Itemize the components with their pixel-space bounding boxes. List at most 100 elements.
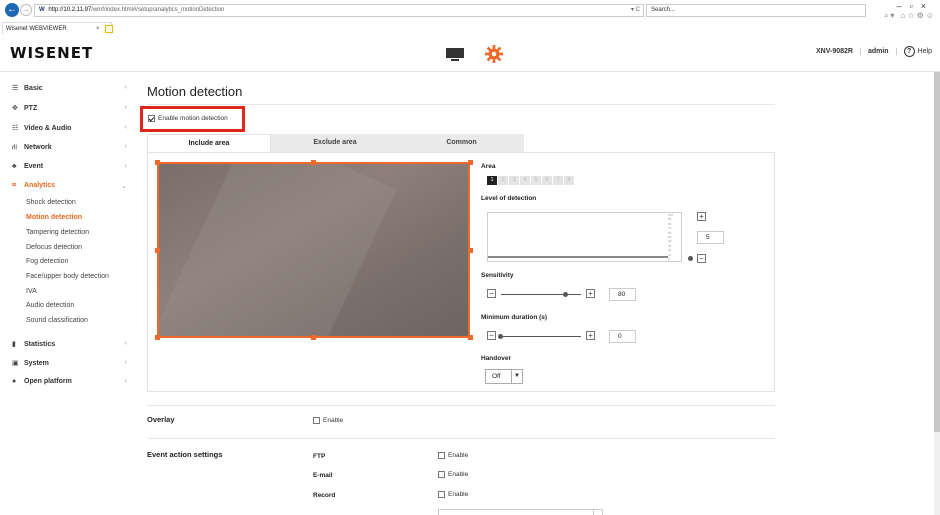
roi-handle[interactable] <box>468 160 473 165</box>
sidebar-subitem-iva[interactable]: IVA <box>26 288 37 295</box>
tab-exclude-area[interactable]: Exclude area <box>271 134 399 152</box>
scrollbar-thumb[interactable] <box>934 72 940 432</box>
checkbox-checked-icon[interactable] <box>148 115 155 122</box>
sidebar-item-basic[interactable]: ☰ Basic ‹ <box>12 84 127 92</box>
sidebar-subitem-motion-detection[interactable]: Motion detection <box>26 214 82 221</box>
chevron-left-icon: ‹ <box>124 378 127 385</box>
level-increase-button[interactable]: + <box>697 212 706 221</box>
sidebar-item-analytics[interactable]: ⌗ Analytics ⌄ <box>12 182 127 190</box>
roi-handle[interactable] <box>468 335 473 340</box>
checkbox-icon[interactable] <box>438 452 445 459</box>
ftp-enable-checkbox[interactable]: Enable <box>438 452 468 459</box>
camera-video-preview[interactable] <box>157 162 470 338</box>
system-icon: ▣ <box>12 360 19 367</box>
gear-icon[interactable] <box>485 45 503 63</box>
browser-search-input[interactable]: Search... <box>646 4 866 17</box>
sidebar-subitem-face-detection[interactable]: Face/upper body detection <box>26 273 109 280</box>
chevron-left-icon: ‹ <box>124 124 127 131</box>
duration-increase-button[interactable]: + <box>586 331 595 340</box>
browser-toolbar-icons[interactable]: ⌕▾ ⌂☆⚙☺ <box>884 11 936 21</box>
roi-handle[interactable] <box>468 248 473 253</box>
record-select[interactable] <box>438 509 603 515</box>
duration-slider-knob[interactable] <box>498 334 503 339</box>
level-tick: 90 <box>668 217 672 222</box>
email-enable-checkbox[interactable]: Enable <box>438 471 468 478</box>
area-button[interactable]: 1 <box>487 176 497 185</box>
area-button[interactable]: 4 <box>520 176 530 185</box>
search-placeholder: Search... <box>651 7 676 13</box>
roi-handle[interactable] <box>155 160 160 165</box>
sidebar-item-label: Basic <box>24 85 43 92</box>
checkbox-icon[interactable] <box>313 417 320 424</box>
sidebar-item-system[interactable]: ▣ System ‹ <box>12 359 127 367</box>
section-divider <box>147 438 775 439</box>
help-button[interactable]: ? Help <box>897 46 932 57</box>
sidebar-subitem-audio-detection[interactable]: Audio detection <box>26 302 74 309</box>
enable-label: Enable <box>323 417 344 424</box>
sidebar-item-network[interactable]: ⛙ Network ‹ <box>12 143 127 152</box>
level-decrease-button[interactable]: − <box>697 254 706 263</box>
url-path: /wmf/index.html#/setup/analytics_motionD… <box>91 7 225 13</box>
chevron-left-icon: ‹ <box>124 143 127 150</box>
sidebar-subitem-sound-classification[interactable]: Sound classification <box>26 317 88 324</box>
checkbox-icon[interactable] <box>438 491 445 498</box>
sensitivity-decrease-button[interactable]: − <box>487 289 496 298</box>
handover-select[interactable]: Off ▼ <box>485 369 523 384</box>
detection-level-line <box>488 256 668 258</box>
level-scale: 100 90 80 70 60 50 40 30 20 10 0 <box>668 213 680 261</box>
user-name[interactable]: admin <box>861 48 897 55</box>
back-arrow-icon[interactable]: ← <box>5 3 19 17</box>
sidebar-subitem-fog-detection[interactable]: Fog detection <box>26 258 68 265</box>
forward-arrow-icon[interactable]: → <box>20 4 32 16</box>
video-audio-icon: ☷ <box>12 125 19 132</box>
area-button[interactable]: 6 <box>542 176 552 185</box>
monitor-icon[interactable] <box>446 48 464 61</box>
duration-slider-track[interactable] <box>501 336 581 337</box>
sidebar-item-open-platform[interactable]: ● Open platform ‹ <box>12 378 127 385</box>
checkbox-icon[interactable] <box>438 471 445 478</box>
sidebar <box>0 73 136 515</box>
new-tab-icon[interactable] <box>105 25 113 33</box>
roi-handle[interactable] <box>311 335 316 340</box>
window-controls[interactable]: –▫× <box>897 1 934 11</box>
tab-common[interactable]: Common <box>399 134 524 152</box>
area-button[interactable]: 7 <box>553 176 563 185</box>
level-tick: 80 <box>668 221 672 226</box>
area-button[interactable]: 8 <box>564 176 574 185</box>
sidebar-item-event[interactable]: ♣ Event ‹ <box>12 163 127 170</box>
sidebar-item-video-audio[interactable]: ☷ Video & Audio ‹ <box>12 124 127 132</box>
level-tick: 30 <box>668 243 672 248</box>
help-label: Help <box>917 48 932 55</box>
tab-include-area[interactable]: Include area <box>147 134 271 152</box>
sidebar-subitem-shock-detection[interactable]: Shock detection <box>26 199 76 206</box>
sidebar-item-statistics[interactable]: ▮ Statistics ‹ <box>12 340 127 348</box>
address-bar[interactable]: W http://10.2.11.97/wmf/index.html#/setu… <box>34 4 644 17</box>
duration-decrease-button[interactable]: − <box>487 331 496 340</box>
duration-value-input[interactable]: 0 <box>609 330 636 343</box>
overlay-enable-checkbox[interactable]: Enable <box>313 417 343 424</box>
title-divider <box>147 104 775 105</box>
sensitivity-increase-button[interactable]: + <box>586 289 595 298</box>
sensitivity-value-input[interactable]: 80 <box>609 288 636 301</box>
roi-handle[interactable] <box>311 160 316 165</box>
browser-tab[interactable]: Wisenet WEBVIEWER × <box>2 22 113 34</box>
app-header: WISENET XNV-9082R admin ? Help <box>0 34 940 72</box>
sensitivity-slider-knob[interactable] <box>563 292 568 297</box>
level-slider-knob[interactable] <box>688 256 693 261</box>
overlay-title: Overlay <box>147 415 175 424</box>
area-button[interactable]: 3 <box>509 176 519 185</box>
sidebar-item-ptz[interactable]: ✥ PTZ ‹ <box>12 104 127 112</box>
roi-handle[interactable] <box>155 335 160 340</box>
sensitivity-slider-track[interactable] <box>501 294 581 295</box>
record-enable-checkbox[interactable]: Enable <box>438 491 468 498</box>
area-button[interactable]: 2 <box>498 176 508 185</box>
handover-label: Handover <box>481 355 511 362</box>
roi-handle[interactable] <box>155 248 160 253</box>
level-value-input[interactable]: 5 <box>697 231 724 244</box>
sidebar-subitem-tampering-detection[interactable]: Tampering detection <box>26 229 89 236</box>
area-button[interactable]: 5 <box>531 176 541 185</box>
enable-motion-checkbox[interactable]: Enable motion detection <box>148 115 228 122</box>
refresh-icon[interactable]: ▾ C <box>631 5 640 16</box>
sidebar-subitem-defocus-detection[interactable]: Defocus detection <box>26 244 82 251</box>
chevron-left-icon: ‹ <box>124 340 127 347</box>
